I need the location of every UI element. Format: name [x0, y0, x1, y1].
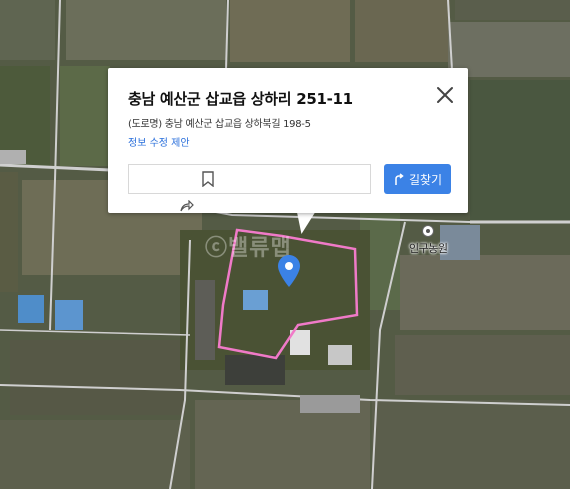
directions-icon — [395, 173, 404, 185]
popup-title: 충남 예산군 삽교읍 상하리 251-11 — [128, 90, 353, 108]
poi-label[interactable]: 인구농원 — [409, 240, 448, 256]
directions-label: 길찾기 — [408, 172, 443, 187]
poi-marker-icon[interactable] — [422, 225, 434, 237]
road-address: (도로명) 충남 예산군 삽교읍 상하북길 198-5 — [128, 119, 311, 130]
close-icon[interactable] — [434, 84, 456, 106]
share-icon[interactable] — [180, 200, 194, 212]
directions-button[interactable]: 길찾기 — [384, 164, 451, 194]
action-box — [128, 164, 371, 194]
bookmark-icon[interactable] — [201, 171, 215, 187]
location-pin-icon[interactable] — [278, 255, 300, 287]
edit-info-link[interactable]: 정보 수정 제안 — [128, 134, 190, 149]
address-popup: 충남 예산군 삽교읍 상하리 251-11 (도로명) 충남 예산군 삽교읍 상… — [108, 68, 468, 213]
